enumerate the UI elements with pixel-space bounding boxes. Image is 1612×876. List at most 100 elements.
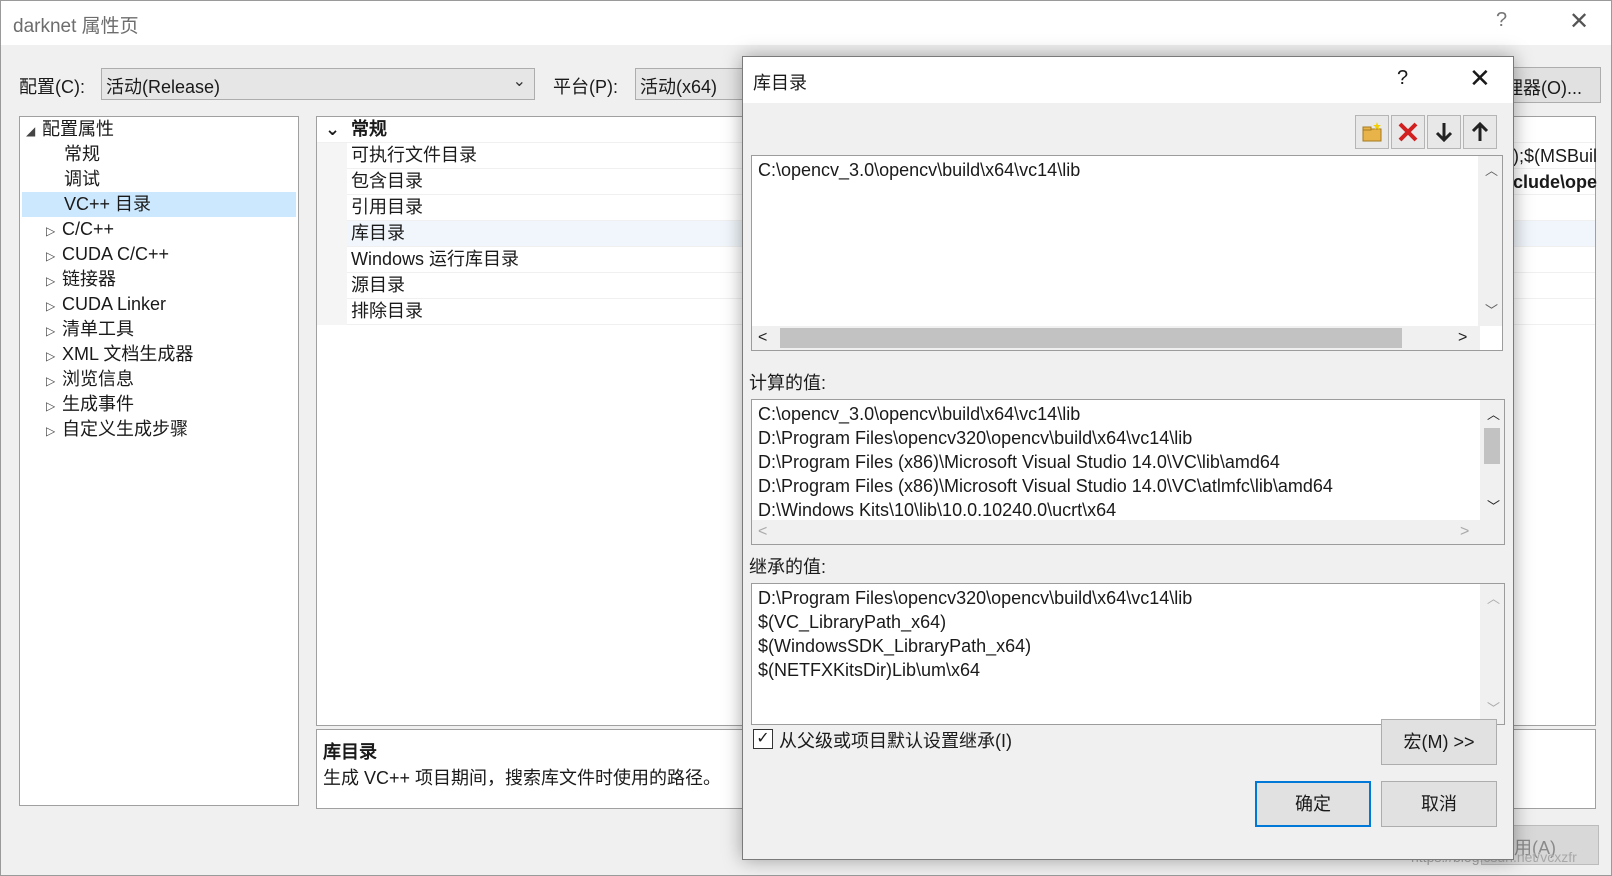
horizontal-scrollbar[interactable]: < >	[752, 326, 1480, 350]
help-icon[interactable]: ?	[1496, 9, 1507, 32]
config-label: 配置(C):	[19, 77, 85, 97]
description-title: 库目录	[323, 742, 377, 762]
inherited-value: $(WindowsSDK_LibraryPath_x64)	[758, 636, 1032, 656]
tree-item-config-properties[interactable]: ◢ 配置属性	[22, 117, 296, 142]
expand-icon[interactable]: ▷	[46, 344, 62, 369]
new-folder-icon[interactable]	[1355, 115, 1389, 149]
scroll-thumb[interactable]	[780, 328, 1402, 348]
tree-item-label: XML 文档生成器	[62, 344, 194, 364]
scroll-down-icon[interactable]: ﹀	[1487, 698, 1500, 717]
dialog-title: 库目录	[753, 73, 807, 93]
inherited-value: $(NETFXKitsDir)Lib\um\x64	[758, 660, 981, 680]
computed-values-box: C:\opencv_3.0\opencv\build\x64\vc14\lib …	[751, 399, 1505, 545]
expand-icon[interactable]: ▷	[46, 419, 62, 444]
vertical-scrollbar[interactable]: ︿ ﹀	[1478, 156, 1502, 326]
delete-icon[interactable]	[1391, 115, 1425, 149]
collapse-icon[interactable]: ◢	[26, 119, 42, 144]
scroll-down-icon[interactable]: ﹀	[1485, 300, 1498, 319]
expand-icon[interactable]: ▷	[46, 269, 62, 294]
title-bar: darknet 属性页 ? ✕	[1, 1, 1611, 45]
grid-row-label: 可执行文件目录	[351, 145, 477, 165]
tree-item-label: 生成事件	[62, 394, 134, 414]
library-directories-dialog: 库目录 ? ✕ C:\opencv_3.0\opencv\build\x64\v…	[742, 56, 1514, 860]
tree-item-label: VC++ 目录	[64, 194, 152, 214]
expand-icon[interactable]: ▷	[46, 319, 62, 344]
horizontal-scrollbar[interactable]: < >	[752, 520, 1504, 544]
grid-row-label: 排除目录	[351, 301, 423, 321]
config-select[interactable]: 活动(Release) ⌄	[101, 68, 535, 100]
inherit-checkbox-label[interactable]: 从父级或项目默认设置继承(I)	[779, 727, 1012, 753]
inherited-values-box: D:\Program Files\opencv320\opencv\build\…	[751, 583, 1505, 725]
inherited-values-label: 继承的值:	[749, 557, 827, 577]
close-icon[interactable]: ✕	[1569, 7, 1589, 36]
collapse-category-icon[interactable]: ⌄	[325, 117, 340, 142]
tree-item-custom-build-step[interactable]: ▷ 自定义生成步骤	[22, 417, 296, 442]
move-down-icon[interactable]	[1427, 115, 1461, 149]
platform-label: 平台(P):	[553, 77, 618, 97]
tree-item-vc-directories[interactable]: VC++ 目录	[22, 192, 296, 217]
grid-row-label: 源目录	[351, 275, 405, 295]
macros-button[interactable]: 宏(M) >>	[1381, 719, 1497, 765]
grid-row-label: 引用目录	[351, 197, 423, 217]
tree-item-general[interactable]: 常规	[22, 142, 296, 167]
scroll-up-icon[interactable]: ︿	[1487, 588, 1500, 607]
tree-item-xml-doc-generator[interactable]: ▷ XML 文档生成器	[22, 342, 296, 367]
scroll-right-icon[interactable]: >	[1460, 523, 1469, 541]
tree-item-browse-info[interactable]: ▷ 浏览信息	[22, 367, 296, 392]
computed-value: D:\Program Files\opencv320\opencv\build\…	[758, 428, 1193, 448]
expand-icon[interactable]: ▷	[46, 294, 62, 319]
grid-row-label: Windows 运行库目录	[351, 249, 520, 269]
close-icon[interactable]: ✕	[1469, 63, 1491, 94]
ok-button[interactable]: 确定	[1255, 781, 1371, 827]
tree-item-label: 浏览信息	[62, 369, 134, 389]
platform-select-value: 活动(x64)	[640, 77, 718, 97]
config-select-value: 活动(Release)	[106, 77, 221, 97]
tree-item-label: CUDA Linker	[62, 294, 167, 314]
tree-item-cuda-cpp[interactable]: ▷ CUDA C/C++	[22, 242, 296, 267]
inherit-checkbox[interactable]: ✓	[753, 729, 773, 749]
expand-icon[interactable]: ▷	[46, 244, 62, 269]
scroll-left-icon[interactable]: <	[758, 523, 767, 541]
computed-values-label: 计算的值:	[749, 373, 827, 393]
dialog-title-bar: 库目录 ? ✕	[743, 57, 1513, 103]
scroll-up-icon[interactable]: ︿	[1485, 160, 1498, 179]
scroll-thumb[interactable]	[1484, 428, 1500, 464]
cancel-button[interactable]: 取消	[1381, 781, 1497, 827]
window-title: darknet 属性页	[13, 16, 139, 37]
vertical-scrollbar[interactable]: ︿ ﹀	[1480, 400, 1504, 520]
tree-item-label: 链接器	[62, 269, 116, 289]
tree-item-build-events[interactable]: ▷ 生成事件	[22, 392, 296, 417]
tree-item-label: 常规	[64, 144, 100, 164]
tree-item-label: 自定义生成步骤	[62, 419, 188, 439]
expand-icon[interactable]: ▷	[46, 369, 62, 394]
scroll-up-icon[interactable]: ︿	[1487, 404, 1500, 423]
expand-icon[interactable]: ▷	[46, 394, 62, 419]
tree-item-label: CUDA C/C++	[62, 244, 170, 264]
tree-item-manifest-tool[interactable]: ▷ 清单工具	[22, 317, 296, 342]
inherited-value: D:\Program Files\opencv320\opencv\build\…	[758, 588, 1193, 608]
grid-value-fragment: );$(MSBuil	[1513, 146, 1598, 166]
help-icon[interactable]: ?	[1397, 67, 1408, 90]
tree-item-linker[interactable]: ▷ 链接器	[22, 267, 296, 292]
grid-category-label: 常规	[351, 119, 387, 139]
move-up-icon[interactable]	[1463, 115, 1497, 149]
computed-value: D:\Windows Kits\10\lib\10.0.10240.0\ucrt…	[758, 500, 1117, 520]
tree-item-label: 清单工具	[62, 319, 134, 339]
vertical-scrollbar[interactable]: ︿ ﹀	[1480, 584, 1504, 724]
scroll-left-icon[interactable]: <	[758, 329, 767, 347]
tree-item-label: 配置属性	[42, 119, 114, 139]
tree-item-debugging[interactable]: 调试	[22, 167, 296, 192]
directory-entry[interactable]: C:\opencv_3.0\opencv\build\x64\vc14\lib	[758, 160, 1080, 181]
directory-edit-box[interactable]: C:\opencv_3.0\opencv\build\x64\vc14\lib …	[751, 155, 1503, 351]
scroll-right-icon[interactable]: >	[1458, 329, 1467, 347]
scroll-down-icon[interactable]: ﹀	[1487, 496, 1500, 515]
config-tree: ◢ 配置属性 常规 调试 VC++ 目录 ▷ C/C++ ▷ CUDA C/C++ ▷…	[19, 116, 299, 806]
computed-value: D:\Program Files (x86)\Microsoft Visual …	[758, 452, 1280, 472]
description-text: 生成 VC++ 项目期间，搜索库文件时使用的路径。	[323, 768, 722, 788]
expand-icon[interactable]: ▷	[46, 219, 62, 244]
computed-value: D:\Program Files (x86)\Microsoft Visual …	[758, 476, 1333, 496]
tree-item-cuda-linker[interactable]: ▷ CUDA Linker	[22, 292, 296, 317]
tree-item-cpp[interactable]: ▷ C/C++	[22, 217, 296, 242]
platform-select[interactable]: 活动(x64)	[635, 68, 745, 100]
inherited-value: $(VC_LibraryPath_x64)	[758, 612, 947, 632]
